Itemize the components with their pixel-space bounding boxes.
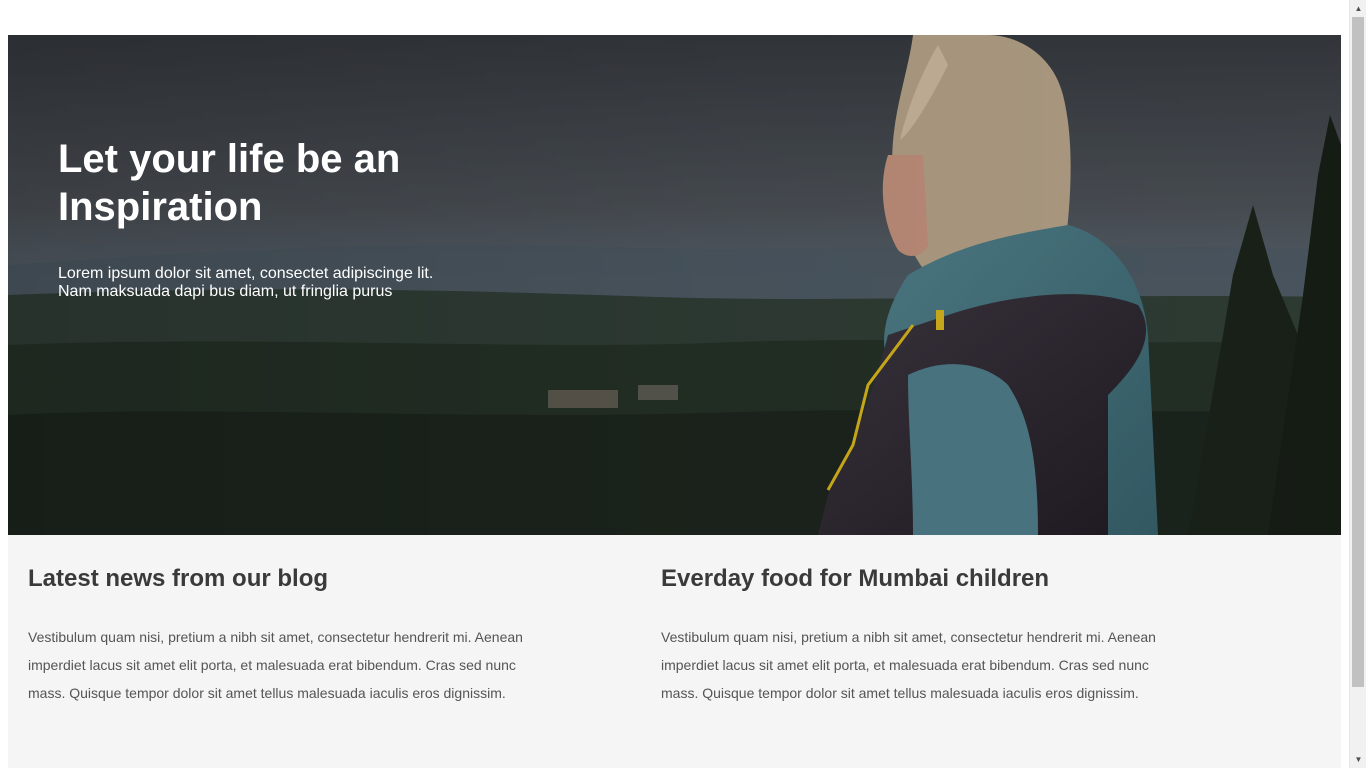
page: Let your life be an Inspiration Lorem ip… <box>8 35 1341 768</box>
column-body: Vestibulum quam nisi, pretium a nibh sit… <box>661 623 1191 707</box>
column-heading: Everday food for Mumbai children <box>661 565 1050 592</box>
column-body: Vestibulum quam nisi, pretium a nibh sit… <box>28 623 558 707</box>
blog-news-column: Latest news from our blog Vestibulum qua… <box>28 565 558 707</box>
hero-banner: Let your life be an Inspiration Lorem ip… <box>8 35 1341 535</box>
column-body-line: imperdiet lacus sit amet elit porta, et … <box>28 657 516 673</box>
column-body-line: Vestibulum quam nisi, pretium a nibh sit… <box>661 629 1156 645</box>
hero-subtitle-line: Lorem ipsum dolor sit amet, consectet ad… <box>58 265 434 282</box>
column-body-line: Vestibulum quam nisi, pretium a nibh sit… <box>28 629 523 645</box>
column-body-line: imperdiet lacus sit amet elit porta, et … <box>661 657 1149 673</box>
hero-title: Let your life be an Inspiration <box>58 135 538 231</box>
column-heading: Latest news from our blog <box>28 565 329 592</box>
vertical-scrollbar[interactable]: ▲ ▼ <box>1349 0 1366 768</box>
scroll-up-arrow-icon[interactable]: ▲ <box>1350 0 1366 17</box>
hero-subtitle: Lorem ipsum dolor sit amet, consectet ad… <box>58 265 538 301</box>
hero-title-line: Let your life be an <box>58 137 401 181</box>
food-column: Everday food for Mumbai children Vestibu… <box>661 565 1191 707</box>
scrollbar-thumb[interactable] <box>1352 17 1364 687</box>
content-columns: Latest news from our blog Vestibulum qua… <box>8 535 1341 768</box>
hero-title-line: Inspiration <box>58 185 263 229</box>
scroll-down-arrow-icon[interactable]: ▼ <box>1350 751 1366 768</box>
column-body-line: mass. Quisque tempor dolor sit amet tell… <box>661 685 1139 701</box>
hero-subtitle-line: Nam maksuada dapi bus diam, ut fringlia … <box>58 283 393 300</box>
column-body-line: mass. Quisque tempor dolor sit amet tell… <box>28 685 506 701</box>
